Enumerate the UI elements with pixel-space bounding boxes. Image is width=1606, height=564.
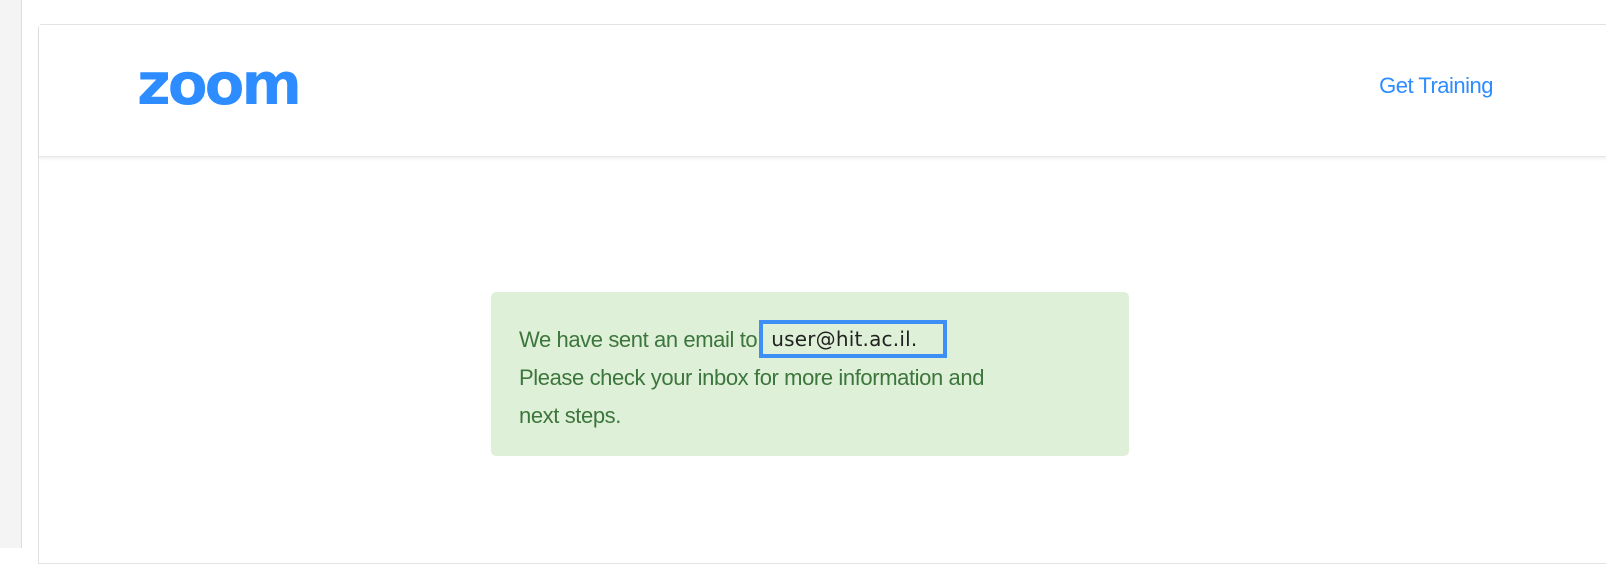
notice-line-1-prefix: We have sent an email to: [519, 327, 758, 352]
notice-line-3: next steps.: [519, 403, 621, 428]
zoom-logo[interactable]: zoom: [137, 55, 302, 113]
email-sent-notice: We have sent an email to user@hit.ac.il. …: [491, 292, 1129, 456]
email-address-highlight: user@hit.ac.il.: [759, 320, 948, 358]
left-gutter: [0, 0, 22, 548]
notice-line-2: Please check your inbox for more informa…: [519, 365, 985, 390]
get-training-link[interactable]: Get Training: [1379, 73, 1493, 99]
page-card: zoom Get Training We have sent an email …: [38, 24, 1606, 564]
notice-line-1: We have sent an email to user@hit.ac.il.: [519, 320, 1101, 359]
top-header: zoom Get Training: [39, 25, 1606, 157]
